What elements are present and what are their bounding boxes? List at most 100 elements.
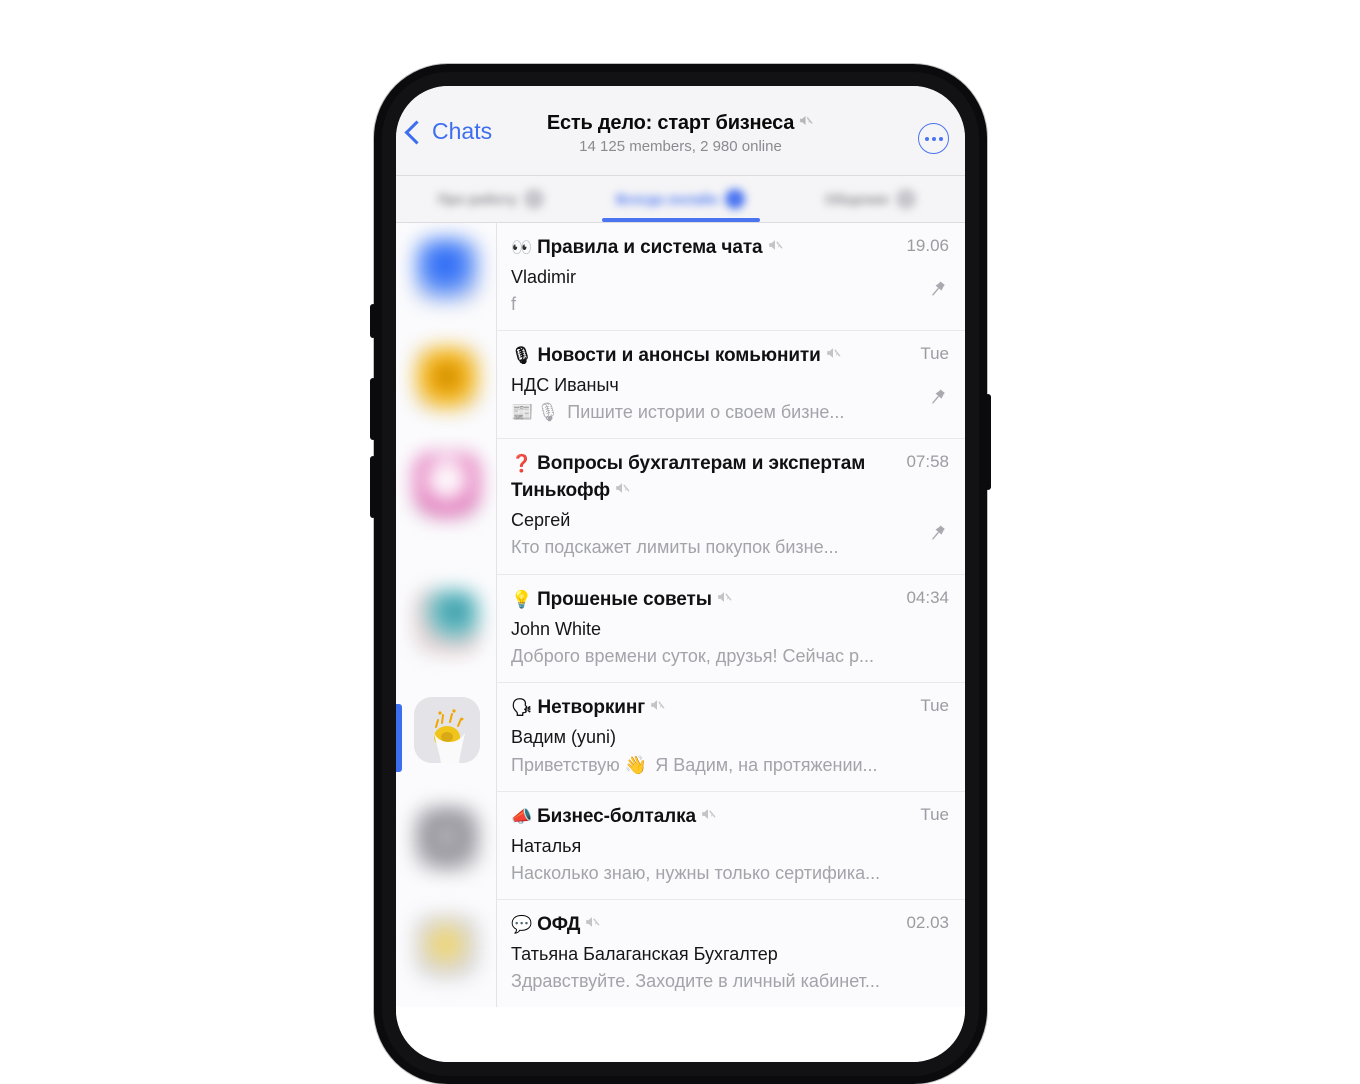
ellipsis-dot-icon xyxy=(924,136,929,141)
tab-label: Общение xyxy=(824,191,889,207)
chat-title: 👀 Правила и система чата xyxy=(511,235,784,262)
message-preview-prefix: Приветствую xyxy=(511,754,620,775)
chat-title-line: 📣 Бизнес-болталка xyxy=(511,804,951,831)
chat-title-line: ❓ Вопросы бухгалтерам и экспертам Тинькоф… xyxy=(511,451,951,505)
volume-up-button[interactable] xyxy=(370,378,376,440)
speaking-head-emoji-icon: 🗣 xyxy=(511,698,533,718)
light-bulb-emoji-icon: 💡 xyxy=(511,590,533,610)
message-preview: Кто подскажет лимиты покупок бизне... xyxy=(511,537,839,558)
ellipsis-dot-icon xyxy=(931,136,936,141)
timestamp: 07:58 xyxy=(906,452,949,472)
muted-speaker-icon xyxy=(768,235,784,262)
chat-title-text: Новости и анонсы комьюнити xyxy=(537,345,821,367)
page-title: Есть дело: старт бизнеса xyxy=(546,112,795,134)
list-item-content: ❓ Вопросы бухгалтерам и экспертам Тинькоф… xyxy=(496,439,965,576)
muted-speaker-icon xyxy=(826,343,842,370)
eyes-emoji-icon: 👀 xyxy=(511,238,533,257)
back-button-label: Chats xyxy=(432,118,493,144)
navigation-bar: Chats Есть дело: старт бизнеса 14 125 me… xyxy=(396,86,965,176)
list-item-content: 👀 Правила и система чата 19.06 Vladimir f xyxy=(496,223,965,332)
message-sender: John White xyxy=(511,619,602,640)
chevron-left-icon xyxy=(404,119,429,145)
power-button[interactable] xyxy=(985,394,991,490)
avatar xyxy=(414,805,480,872)
back-to-chats-button[interactable]: Chats xyxy=(404,118,493,145)
chat-title-text: Правила и система чата xyxy=(537,237,763,258)
chat-title-line: 👀 Правила и система чата xyxy=(511,235,951,262)
list-item[interactable]: 💡 Прошеные советы 04:34 John White Доброг… xyxy=(396,575,965,684)
more-options-button[interactable] xyxy=(918,123,949,154)
chat-title-text: Нетворкинг xyxy=(537,697,646,719)
chat-title-text: Прошеные советы xyxy=(537,589,712,611)
tab-pro-rabotu[interactable]: Про работу xyxy=(396,176,586,222)
tab-badge xyxy=(523,189,544,209)
list-item[interactable]: ❓ Вопросы бухгалтерам и экспертам Тинькоф… xyxy=(396,439,965,576)
selected-item-indicator xyxy=(396,703,402,772)
list-item-content: 🗣 Нетворкинг Tue Вадим (yuni) Приветствую… xyxy=(496,683,965,792)
timestamp: Tue xyxy=(920,344,949,364)
message-preview: f xyxy=(511,294,517,315)
avatar xyxy=(414,697,480,764)
message-sender: Татьяна Балаганская Бухгалтер xyxy=(511,943,778,964)
timestamp: Tue xyxy=(920,696,949,716)
list-item-content: 💡 Прошеные советы 04:34 John White Доброг… xyxy=(496,575,965,684)
avatar xyxy=(414,913,480,980)
message-preview-text: Пишите истории о своем бизне... xyxy=(567,402,845,423)
speech-balloon-emoji-icon: 💬 xyxy=(511,914,533,934)
list-item[interactable]: 🗣 Нетворкинг Tue Вадим (yuni) Приветствую… xyxy=(396,683,965,792)
ellipsis-dot-icon xyxy=(938,136,943,141)
chat-title-line: 🎙 Новости и анонсы комьюнити xyxy=(511,343,951,370)
waving-hand-emoji-icon: 👋 xyxy=(624,754,648,775)
tab-vsegda-onlayn[interactable]: Всегда онлайн xyxy=(586,176,776,222)
timestamp: 19.06 xyxy=(906,236,949,255)
chat-title-line: 🗣 Нетворкинг xyxy=(511,695,951,722)
list-item[interactable]: 👀 Правила и система чата 19.06 Vladimir f xyxy=(396,223,965,332)
message-preview-text: Я Вадим, на протяжении... xyxy=(655,754,878,775)
chat-title-line: 💡 Прошеные советы xyxy=(511,587,951,614)
muted-speaker-icon xyxy=(650,695,666,722)
muted-speaker-icon xyxy=(585,912,601,939)
timestamp: 04:34 xyxy=(906,588,949,608)
tab-obshchenie[interactable]: Общение xyxy=(775,176,965,222)
chat-title-line: 💬 ОФД xyxy=(511,912,951,939)
avatar xyxy=(414,589,480,656)
muted-speaker-icon xyxy=(717,587,733,614)
message-preview: 📰 🎙 Пишите истории о своем бизне... xyxy=(511,399,951,425)
tab-badge xyxy=(725,189,746,209)
silent-switch-button[interactable] xyxy=(370,304,376,338)
pin-icon xyxy=(925,522,949,550)
muted-speaker-icon xyxy=(701,804,717,831)
list-item-content: 📣 Бизнес-болталка Tue Наталья Насколько з… xyxy=(496,791,965,900)
avatar-image xyxy=(414,697,480,764)
list-item-content: 🎙 Новости и анонсы комьюнити Tue НДС Иван… xyxy=(496,331,965,440)
pin-icon xyxy=(925,278,949,306)
tab-badge xyxy=(895,189,916,209)
question-mark-emoji-icon: ❓ xyxy=(511,454,533,474)
list-item-content: 💬 ОФД 02.03 Татьяна Балаганская Бухгалтер… xyxy=(496,899,965,1007)
chat-title-text: Бизнес-болталка xyxy=(537,805,697,827)
message-preview: Приветствую 👋 Я Вадим, на протяжении... xyxy=(511,752,951,778)
megaphone-emoji-icon: 📣 xyxy=(511,806,533,826)
chat-title: 🗣 Нетворкинг xyxy=(511,695,666,722)
list-item[interactable]: 📣 Бизнес-болталка Tue Наталья Насколько з… xyxy=(396,791,965,900)
chat-title: 🎙 Новости и анонсы комьюнити xyxy=(511,343,842,370)
tab-label: Про работу xyxy=(437,191,517,207)
topic-tab-bar: Про работу Всегда онлайн Общение xyxy=(396,176,965,223)
message-sender: НДС Иваныч xyxy=(511,375,619,396)
volume-down-button[interactable] xyxy=(370,456,376,518)
message-sender: Вадим (yuni) xyxy=(511,727,616,748)
newspaper-emoji-icon: 📰 xyxy=(511,402,534,423)
list-item[interactable]: 💬 ОФД 02.03 Татьяна Балаганская Бухгалтер… xyxy=(396,899,965,1007)
muted-speaker-icon xyxy=(799,113,814,133)
topic-chat-list[interactable]: 👀 Правила и система чата 19.06 Vladimir f xyxy=(396,223,965,1062)
chat-title: 💡 Прошеные советы xyxy=(511,587,733,614)
chat-title: 💬 ОФД xyxy=(511,912,601,939)
active-tab-indicator xyxy=(601,218,760,222)
list-item[interactable]: 🎙 Новости и анонсы комьюнити Tue НДС Иван… xyxy=(396,331,965,440)
chat-title-text: Вопросы бухгалтерам и экспертам Тинькофф xyxy=(511,453,866,502)
muted-speaker-icon xyxy=(615,478,631,505)
message-sender: Сергей xyxy=(511,510,571,531)
microphone-emoji-icon: 🎙 xyxy=(536,402,560,423)
timestamp: 02.03 xyxy=(906,912,949,932)
microphone-emoji-icon: 🎙 xyxy=(511,346,533,366)
